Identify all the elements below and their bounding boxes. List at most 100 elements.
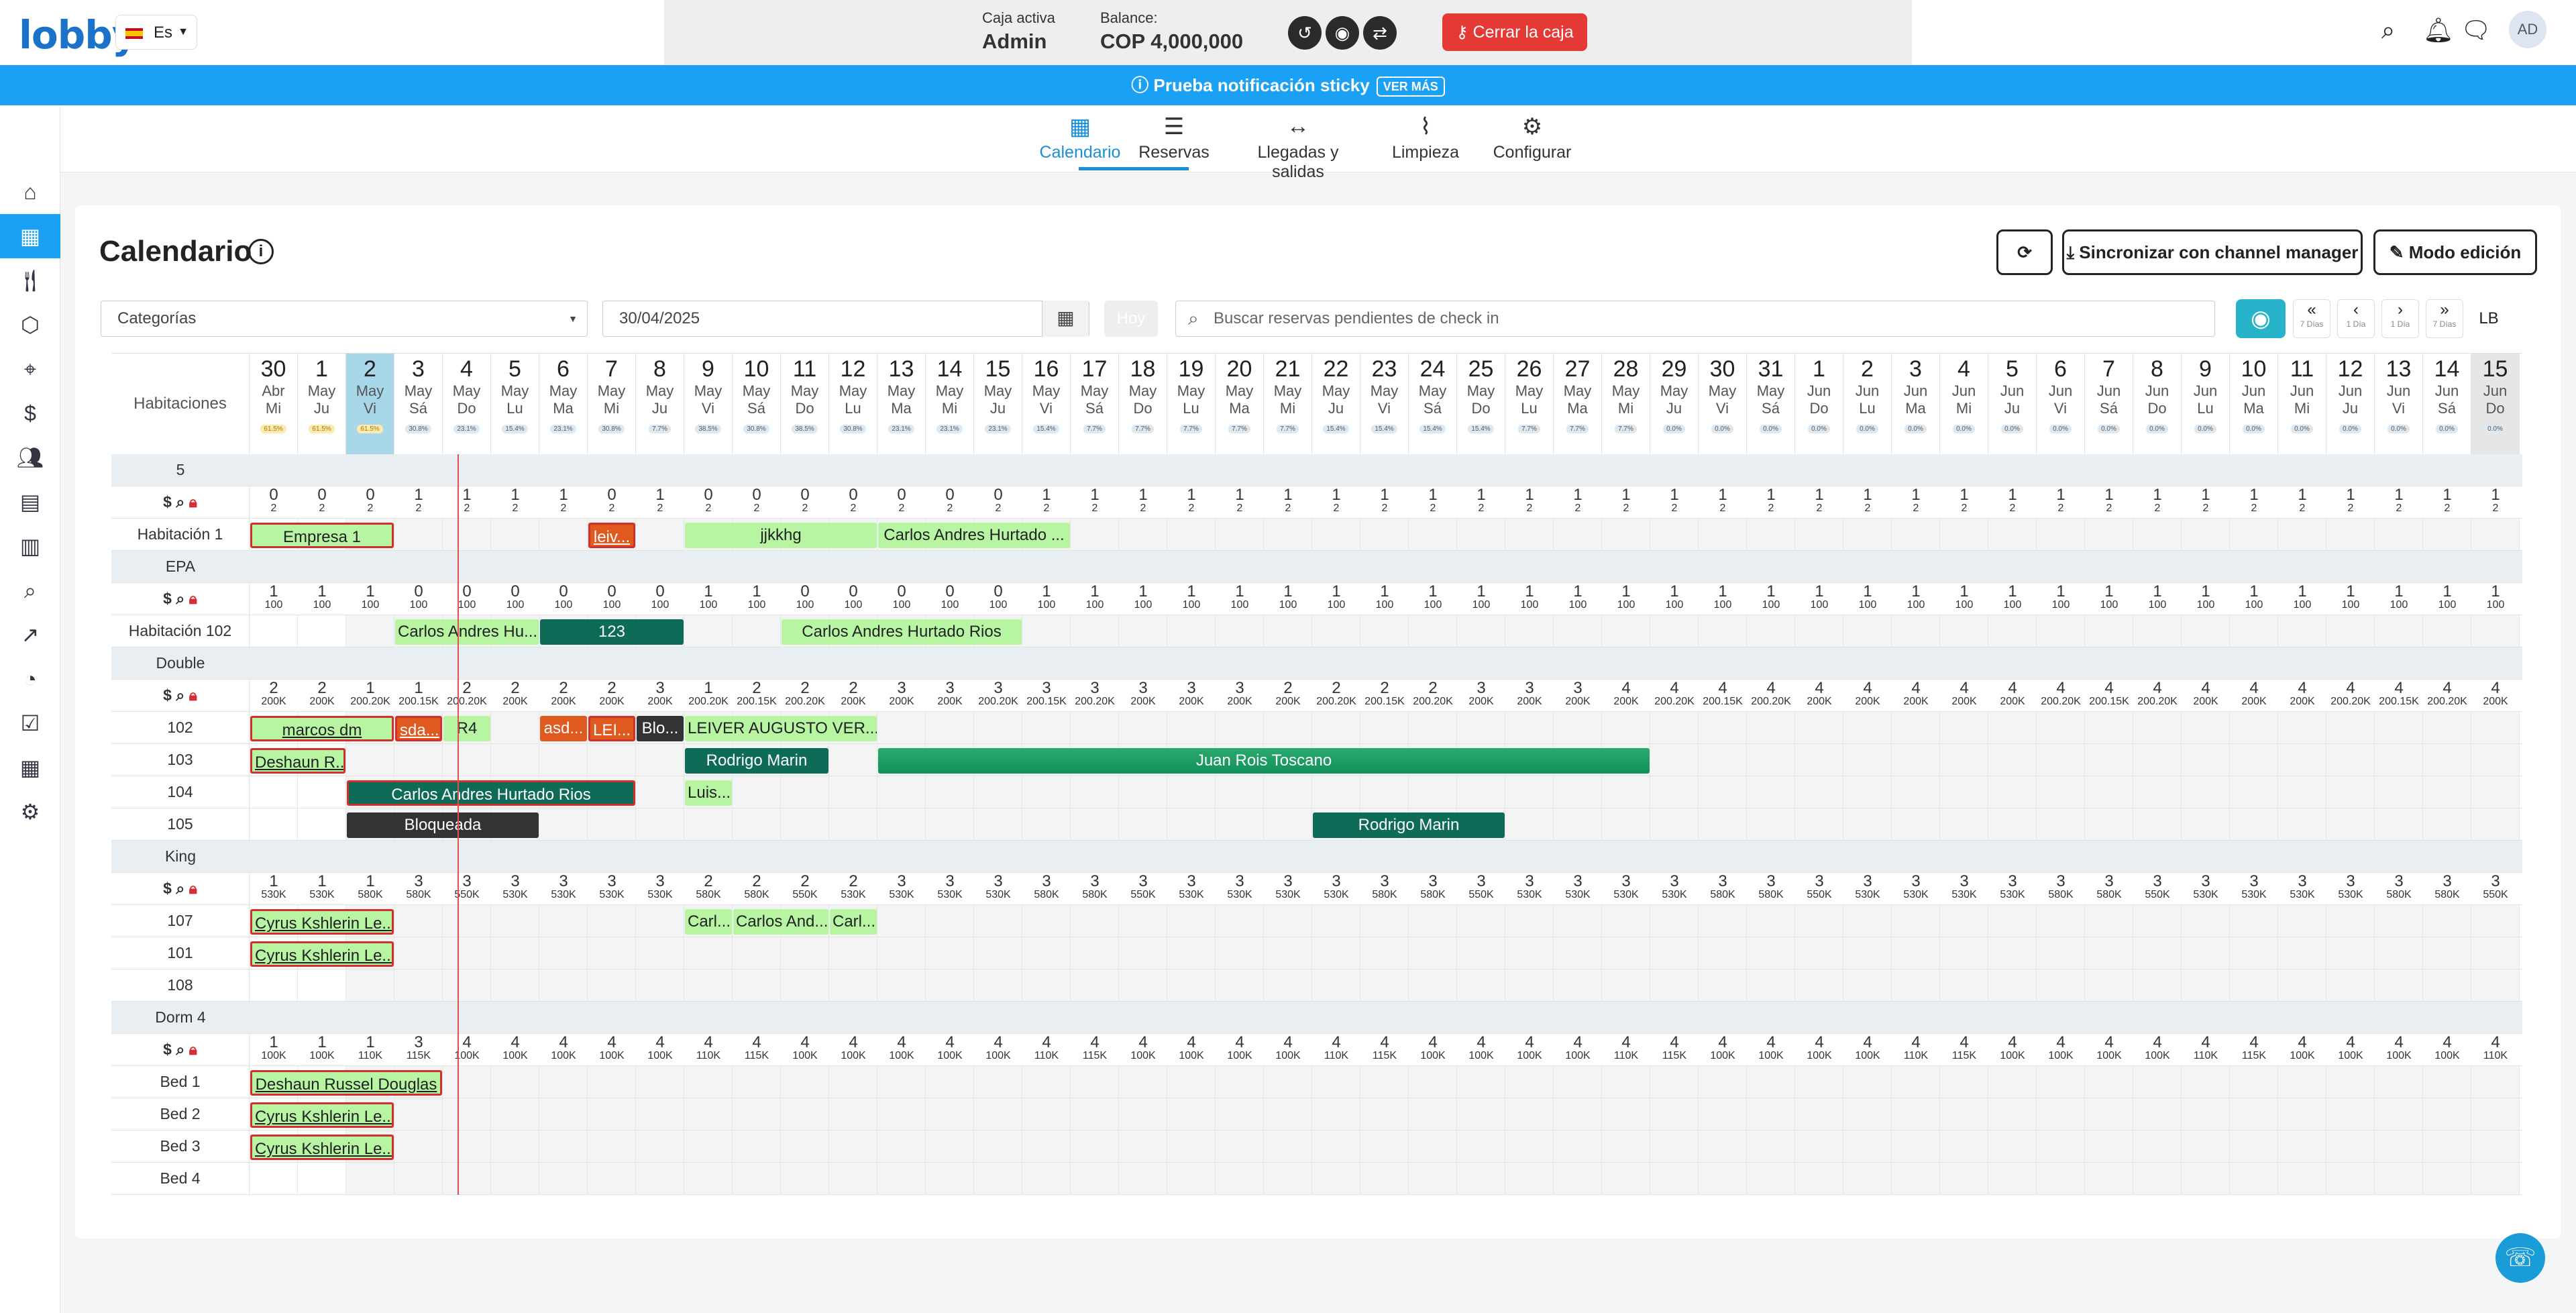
availability-cell[interactable]: 1 100 — [2326, 584, 2375, 611]
day-cell[interactable] — [2085, 776, 2133, 808]
availability-cell[interactable]: 4 115K — [733, 1035, 781, 1062]
day-cell[interactable] — [926, 1066, 974, 1098]
day-cell[interactable] — [2085, 744, 2133, 776]
day-cell[interactable] — [2278, 776, 2326, 808]
availability-cell[interactable]: 12 — [2133, 487, 2182, 515]
day-cell[interactable] — [1795, 712, 1843, 743]
day-header[interactable]: 9 May Vi 38.5% — [684, 354, 733, 454]
day-cell[interactable] — [1650, 905, 1699, 937]
day-header[interactable]: 13 May Ma 23.1% — [877, 354, 926, 454]
availability-cell[interactable]: 4 100K — [1457, 1035, 1505, 1062]
day-cell[interactable] — [829, 744, 877, 776]
availability-cell[interactable]: 0 100 — [877, 584, 926, 611]
availability-cell[interactable]: 3 530K — [2326, 874, 2375, 901]
availability-cell[interactable]: 4 100K — [2375, 1035, 2423, 1062]
day-cell[interactable] — [1022, 1066, 1071, 1098]
availability-cell[interactable]: 3 530K — [2278, 874, 2326, 901]
day-cell[interactable] — [491, 1098, 539, 1130]
category-label[interactable]: Double — [111, 647, 250, 679]
day-cell[interactable] — [2423, 615, 2471, 647]
day-cell[interactable] — [1699, 969, 1747, 1001]
day-cell[interactable] — [926, 969, 974, 1001]
availability-cell[interactable]: 3 530K — [1602, 874, 1650, 901]
day-header[interactable]: 7 May Mi 30.8% — [588, 354, 636, 454]
tab-reservas[interactable]: ☰ Reservas — [1134, 113, 1214, 162]
day-cell[interactable] — [733, 1163, 781, 1194]
day-cell[interactable] — [1022, 969, 1071, 1001]
day-cell[interactable] — [588, 1131, 636, 1162]
day-cell[interactable] — [1457, 712, 1505, 743]
day-cell[interactable] — [684, 1066, 733, 1098]
search-icon[interactable]: ⌕ — [176, 880, 189, 897]
availability-cell[interactable]: 3 530K — [877, 874, 926, 901]
day-cell[interactable] — [877, 1131, 926, 1162]
day-cell[interactable] — [1602, 712, 1650, 743]
day-cell[interactable] — [2230, 712, 2278, 743]
day-cell[interactable] — [491, 712, 539, 743]
day-cell[interactable] — [2133, 808, 2182, 840]
availability-cell[interactable]: 4 200K — [2230, 680, 2278, 708]
day-cell[interactable] — [1699, 808, 1747, 840]
day-header[interactable]: 14 Jun Sá 0.0% — [2423, 354, 2471, 454]
day-cell[interactable] — [1554, 615, 1602, 647]
day-header[interactable]: 27 May Ma 7.7% — [1554, 354, 1602, 454]
package-icon[interactable]: ⬡ — [15, 309, 46, 340]
availability-cell[interactable]: 3 530K — [974, 874, 1022, 901]
availability-cell[interactable]: 4 200.20K — [2423, 680, 2471, 708]
day-cell[interactable] — [346, 615, 394, 647]
reservation-block[interactable]: Carlos Andres Hurtado Rios — [782, 619, 1022, 645]
forward-1-day-button[interactable]: › 1 Día — [2381, 299, 2419, 338]
availability-cell[interactable]: 3 530K — [2182, 874, 2230, 901]
availability-cell[interactable]: 12 — [2326, 487, 2375, 515]
day-cell[interactable] — [2375, 1066, 2423, 1098]
availability-cell[interactable]: 4 100K — [1795, 1035, 1843, 1062]
day-cell[interactable] — [346, 744, 394, 776]
day-header[interactable]: 4 Jun Mi 0.0% — [1940, 354, 1988, 454]
day-cell[interactable] — [1409, 1098, 1457, 1130]
day-cell[interactable] — [877, 1163, 926, 1194]
day-cell[interactable] — [1216, 808, 1264, 840]
day-cell[interactable] — [2133, 615, 2182, 647]
day-cell[interactable] — [684, 969, 733, 1001]
day-cell[interactable] — [346, 969, 394, 1001]
day-cell[interactable] — [1119, 1131, 1167, 1162]
day-cell[interactable] — [2471, 1066, 2520, 1098]
day-header[interactable]: 19 May Lu 7.7% — [1167, 354, 1216, 454]
day-cell[interactable] — [2423, 1163, 2471, 1194]
category-label[interactable]: King — [111, 841, 250, 872]
day-cell[interactable] — [443, 744, 491, 776]
location-search-icon[interactable]: ⌖ — [15, 354, 46, 384]
day-cell[interactable] — [926, 905, 974, 937]
day-cell[interactable] — [1409, 519, 1457, 550]
date-input[interactable]: 30/04/2025 ▦ — [602, 301, 1089, 337]
availability-cell[interactable]: 4 200K — [1602, 680, 1650, 708]
day-cell[interactable] — [394, 1098, 443, 1130]
day-cell[interactable] — [1843, 1131, 1892, 1162]
availability-cell[interactable]: 4 200.20K — [1650, 680, 1699, 708]
day-cell[interactable] — [250, 969, 298, 1001]
day-cell[interactable] — [877, 937, 926, 969]
day-cell[interactable] — [1843, 519, 1892, 550]
availability-cell[interactable]: 1 100 — [1409, 584, 1457, 611]
day-cell[interactable] — [1554, 1098, 1602, 1130]
day-header[interactable]: 24 May Sá 15.4% — [1409, 354, 1457, 454]
availability-cell[interactable]: 3 550K — [2471, 874, 2520, 901]
day-header[interactable]: 1 Jun Do 0.0% — [1795, 354, 1843, 454]
day-cell[interactable] — [1457, 776, 1505, 808]
availability-cell[interactable]: 3 580K — [1022, 874, 1071, 901]
day-cell[interactable] — [1554, 905, 1602, 937]
day-cell[interactable] — [1071, 1066, 1119, 1098]
day-cell[interactable] — [298, 969, 346, 1001]
availability-cell[interactable]: 0 100 — [443, 584, 491, 611]
reservation-block[interactable]: asd... — [540, 716, 587, 741]
day-cell[interactable] — [2182, 744, 2230, 776]
day-cell[interactable] — [829, 1066, 877, 1098]
day-cell[interactable] — [2278, 519, 2326, 550]
day-cell[interactable] — [588, 808, 636, 840]
day-cell[interactable] — [1650, 1098, 1699, 1130]
availability-cell[interactable]: 2 200K — [298, 680, 346, 708]
search-icon[interactable]: ⌕ — [176, 493, 189, 511]
availability-cell[interactable]: 3 550K — [1795, 874, 1843, 901]
reservation-block[interactable]: Rodrigo Marin — [1313, 812, 1505, 838]
day-cell[interactable] — [2085, 615, 2133, 647]
